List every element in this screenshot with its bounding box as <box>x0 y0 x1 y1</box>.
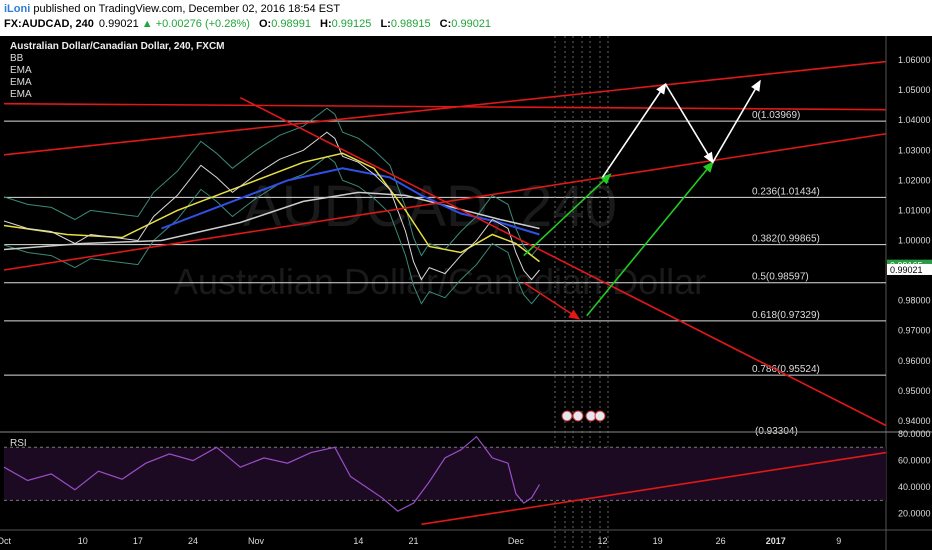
y-tick-label-4: 1.02000 <box>898 175 931 185</box>
fib-label-0: 0(1.03969) <box>752 110 800 121</box>
fib-label-4: 0.618(0.97329) <box>752 310 820 321</box>
projection-arrow-4 <box>664 83 714 164</box>
x-tick-label-1: 10 <box>78 536 88 546</box>
ohlc-line: FX:AUDCAD, 240 0.99021 ▲ +0.00276 (+0.28… <box>4 18 491 30</box>
indicator-ema-3[interactable]: EMA <box>10 89 32 100</box>
x-tick-label-9: 19 <box>653 536 663 546</box>
fib-label-5: 0.786(0.95524) <box>752 364 820 375</box>
price-label-1: 0.99021 <box>890 265 923 275</box>
rsi-tick-label-1: 60.0000 <box>898 456 931 466</box>
low-label: L: <box>380 18 391 30</box>
y-tick-label-5: 1.01000 <box>898 205 931 215</box>
projection-arrow-3 <box>601 82 667 178</box>
x-tick-label-5: 14 <box>353 536 363 546</box>
rsi-tick-label-2: 40.0000 <box>898 482 931 492</box>
change-value: +0.00276 (+0.28%) <box>155 18 250 30</box>
close-label: C: <box>439 18 452 30</box>
rsi-tick-label-3: 20.0000 <box>898 509 931 519</box>
rsi-label: RSI <box>10 438 27 449</box>
x-tick-label-8: 12 <box>597 536 607 546</box>
y-tick-label-9: 0.97000 <box>898 326 931 336</box>
x-tick-label-7: Dec <box>508 536 525 546</box>
chart-screenshot: { "header": { "author": "iLoni", "publis… <box>0 0 932 550</box>
y-tick-label-8: 0.98000 <box>898 296 931 306</box>
y-tick-label-3: 1.03000 <box>898 145 931 155</box>
y-tick-label-2: 1.04000 <box>898 115 931 125</box>
indicator-bb[interactable]: BB <box>10 53 23 64</box>
chart-title: Australian Dollar/Canadian Dollar, 240, … <box>10 41 225 52</box>
x-tick-label-2: 17 <box>133 536 143 546</box>
y-tick-label-6: 1.00000 <box>898 236 931 246</box>
x-tick-label-12: 9 <box>836 536 841 546</box>
open-value: 0.98991 <box>271 18 311 30</box>
fib-label-2: 0.382(0.99865) <box>752 234 820 245</box>
chart-header: iLoni published on TradingView.com, Dece… <box>0 0 932 36</box>
last-price: 0.99021 <box>98 18 139 30</box>
symbol-label: FX:AUDCAD, 240 <box>4 18 94 30</box>
x-tick-label-0: Oct <box>0 536 11 546</box>
fib-label-3: 0.5(0.98597) <box>752 272 809 283</box>
x-tick-label-4: Nov <box>248 536 265 546</box>
y-tick-label-11: 0.95000 <box>898 386 931 396</box>
y-tick-label-12: 0.94000 <box>898 416 931 426</box>
y-tick-label-0: 1.06000 <box>898 55 931 65</box>
open-label: O: <box>258 18 272 30</box>
indicator-ema-2[interactable]: EMA <box>10 77 32 88</box>
projection-arrow-5 <box>712 79 761 163</box>
y-tick-label-1: 1.05000 <box>898 85 931 95</box>
rsi-tick-label-0: 80.0000 <box>898 429 931 439</box>
close-value: 0.99021 <box>451 18 492 30</box>
y-tick-label-10: 0.96000 <box>898 356 931 366</box>
event-marker-icon-0 <box>561 410 573 422</box>
publish-line: iLoni published on TradingView.com, Dece… <box>4 3 340 15</box>
x-tick-label-10: 26 <box>716 536 726 546</box>
price-chart[interactable]: AUDCAD, 240Australian Dollar/Canadian Do… <box>0 36 932 550</box>
indicator-ema-1[interactable]: EMA <box>10 65 32 76</box>
high-value: 0.99125 <box>331 18 372 30</box>
rsi-band <box>4 447 886 501</box>
x-tick-label-3: 24 <box>188 536 198 546</box>
low-value: 0.98915 <box>390 18 431 30</box>
price-axis <box>886 36 932 550</box>
change-arrow-icon: ▲ <box>141 18 153 30</box>
fib-label-1: 0.236(1.01434) <box>752 186 820 197</box>
author-link[interactable]: iLoni <box>4 3 30 15</box>
x-tick-label-6: 21 <box>408 536 418 546</box>
event-marker-icon-3 <box>594 410 606 422</box>
high-label: H: <box>320 18 332 30</box>
event-marker-icon-1 <box>572 410 584 422</box>
publish-text: published on TradingView.com, December 0… <box>33 3 341 15</box>
x-tick-label-11: 2017 <box>766 536 786 546</box>
